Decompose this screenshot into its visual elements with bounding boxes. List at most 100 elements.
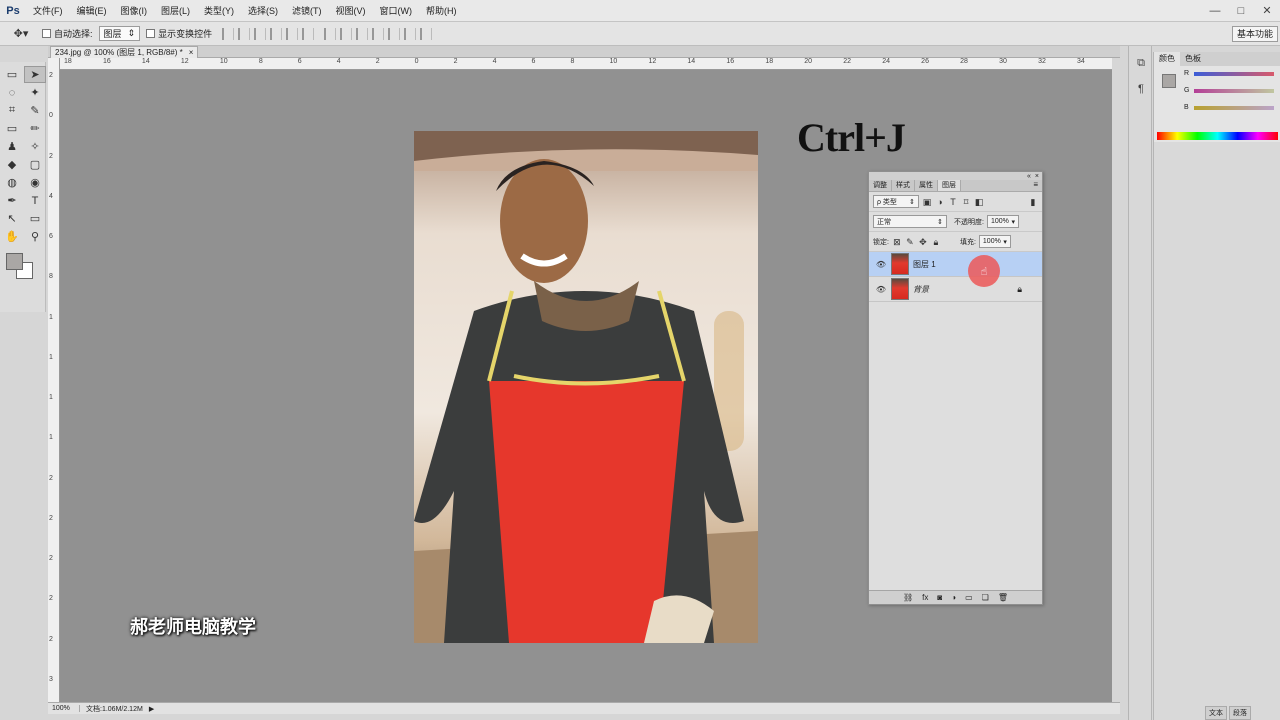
eyedropper-tool-icon[interactable]: ✎ — [24, 102, 46, 119]
document-photo[interactable] — [414, 131, 758, 643]
new-layer-icon[interactable]: ❏ — [982, 593, 989, 602]
channel-g-slider[interactable] — [1194, 89, 1274, 93]
tab-swatches[interactable]: 色板 — [1180, 52, 1206, 66]
layer-style-fx-icon[interactable]: fx — [922, 593, 928, 602]
auto-align-icon[interactable] — [420, 27, 433, 40]
filter-pixel-icon[interactable]: ▣ — [922, 197, 932, 207]
channel-r[interactable]: R — [1184, 66, 1280, 83]
menu-filter[interactable]: 滤镜(T) — [285, 0, 329, 22]
visibility-eye-icon[interactable]: 👁︎ — [875, 285, 887, 294]
tab-styles[interactable]: 样式 — [892, 180, 915, 191]
menu-layer[interactable]: 图层(L) — [154, 0, 197, 22]
close-button[interactable]: ✕ — [1254, 0, 1280, 22]
layer-name[interactable]: 图层 1 — [913, 259, 936, 270]
lasso-tool-icon[interactable]: ◌ — [1, 84, 23, 101]
align-top-icon[interactable] — [222, 27, 235, 40]
link-layers-icon[interactable]: ⛓ — [903, 593, 913, 602]
clone-stamp-tool-icon[interactable]: ♟ — [1, 138, 23, 155]
opacity-field[interactable]: 100% ▾ — [986, 215, 1019, 228]
lock-position-icon[interactable]: ✥ — [918, 237, 928, 247]
menu-select[interactable]: 选择(S) — [241, 0, 285, 22]
color-spectrum[interactable] — [1157, 132, 1278, 140]
visibility-eye-icon[interactable]: 👁︎ — [875, 260, 887, 269]
quick-select-tool-icon[interactable]: ✦ — [24, 84, 46, 101]
layer-thumbnail[interactable] — [891, 253, 909, 275]
add-mask-icon[interactable]: ◙ — [937, 593, 942, 602]
tab-adjustments[interactable]: 调整 — [869, 180, 892, 191]
channel-b[interactable]: B — [1184, 100, 1280, 117]
history-brush-tool-icon[interactable]: ✧ — [24, 138, 46, 155]
panel-menu-icon[interactable]: ≡ — [1029, 180, 1042, 191]
align-vcenter-icon[interactable] — [238, 27, 251, 40]
color-panel-swatch[interactable] — [1162, 74, 1176, 88]
move-tool-icon[interactable]: ➤ — [24, 66, 46, 83]
filter-type-icon[interactable]: T — [948, 197, 958, 207]
move-tool-preset-icon[interactable]: ✥▾ — [6, 25, 36, 43]
pen-tool-icon[interactable]: ✒ — [1, 192, 23, 209]
lock-all-icon[interactable]: 🔒︎ — [931, 237, 941, 247]
menu-file[interactable]: 文件(F) — [26, 0, 70, 22]
align-right-icon[interactable] — [302, 27, 315, 40]
filter-toggle-icon[interactable]: ▮ — [1028, 197, 1038, 207]
lock-transparent-icon[interactable]: ⊠ — [892, 237, 902, 247]
menu-edit[interactable]: 编辑(E) — [70, 0, 114, 22]
adjustment-layer-icon[interactable]: ◑ — [951, 593, 956, 602]
align-bottom-icon[interactable] — [254, 27, 267, 40]
history-panel-icon[interactable]: ⧉ — [1131, 54, 1151, 72]
tab-color[interactable]: 颜色 — [1154, 52, 1180, 66]
hand-tool-icon[interactable]: ✋ — [1, 228, 23, 245]
menu-type[interactable]: 类型(Y) — [197, 0, 241, 22]
show-transform-box[interactable] — [146, 29, 156, 38]
auto-select-checkbox[interactable]: 自动选择: — [42, 27, 93, 40]
channel-r-slider[interactable] — [1194, 72, 1274, 76]
zoom-level[interactable]: 100% — [52, 705, 80, 712]
menu-image[interactable]: 图像(I) — [114, 0, 155, 22]
document-size-info[interactable]: 文档:1.06M/2.12M — [86, 704, 143, 714]
layer-filter-dropdown[interactable]: ρ 类型 ⇕ — [873, 195, 919, 208]
distribute-hcenter-icon[interactable] — [388, 27, 401, 40]
filter-smart-object-icon[interactable]: ◧ — [974, 197, 984, 207]
close-icon[interactable]: × — [1035, 173, 1039, 180]
new-group-icon[interactable]: ▭ — [965, 593, 973, 602]
layer-row-background[interactable]: 👁︎ 背景 🔒︎ — [869, 277, 1042, 302]
lock-image-icon[interactable]: ✎ — [905, 237, 915, 247]
zoom-tool-icon[interactable]: ⚲ — [24, 228, 46, 245]
dodge-tool-icon[interactable]: ◉ — [24, 174, 46, 191]
layer-thumbnail[interactable] — [891, 278, 909, 300]
distribute-left-icon[interactable] — [372, 27, 385, 40]
brush-tool-icon[interactable]: ✏ — [24, 120, 46, 137]
ruler-left[interactable]: 2 0 2 4 6 8 1 1 1 1 2 2 2 2 2 3 — [48, 58, 60, 702]
layers-panel-header[interactable]: « × — [869, 172, 1042, 180]
channel-b-slider[interactable] — [1194, 106, 1274, 110]
eraser-tool-icon[interactable]: ◆ — [1, 156, 23, 173]
auto-select-box[interactable] — [42, 29, 51, 38]
gradient-tool-icon[interactable]: ▢ — [24, 156, 46, 173]
tab-text[interactable]: 文本 — [1205, 706, 1227, 720]
distribute-vcenter-icon[interactable] — [340, 27, 353, 40]
marquee-tool-icon[interactable]: ▭ — [1, 66, 23, 83]
distribute-bottom-icon[interactable] — [356, 27, 369, 40]
status-arrow-icon[interactable]: ▶ — [149, 705, 154, 713]
ruler-top[interactable]: 18 16 14 12 10 8 6 4 2 0 2 4 6 8 10 12 14 16 18 20 22 24 26 28 3… — [60, 58, 1112, 70]
menu-window[interactable]: 窗口(W) — [373, 0, 420, 22]
distribute-right-icon[interactable] — [404, 27, 417, 40]
filter-adjustment-icon[interactable]: ◑ — [935, 197, 945, 207]
auto-select-dropdown[interactable]: 图层 ⇕ — [98, 26, 141, 41]
align-hcenter-icon[interactable] — [286, 27, 299, 40]
minimize-button[interactable]: — — [1202, 0, 1228, 22]
character-panel-icon[interactable]: ¶ — [1131, 80, 1151, 98]
layer-row-layer1[interactable]: 👁︎ 图层 1 ☝ — [869, 252, 1042, 287]
path-select-tool-icon[interactable]: ↖ — [1, 210, 23, 227]
tab-properties[interactable]: 属性 — [915, 180, 938, 191]
tab-paragraph[interactable]: 段落 — [1229, 706, 1251, 720]
maximize-button[interactable]: □ — [1228, 0, 1254, 22]
blend-mode-dropdown[interactable]: 正常 ⇕ — [873, 215, 947, 228]
document-tab[interactable]: 234.jpg @ 100% (图层 1, RGB/8#) * × — [50, 46, 199, 58]
layer-name[interactable]: 背景 — [913, 284, 929, 295]
align-left-icon[interactable] — [270, 27, 283, 40]
menu-view[interactable]: 视图(V) — [329, 0, 373, 22]
foreground-color-swatch[interactable] — [6, 253, 23, 270]
channel-g[interactable]: G — [1184, 83, 1280, 100]
blur-tool-icon[interactable]: ◍ — [1, 174, 23, 191]
distribute-top-icon[interactable] — [324, 27, 337, 40]
